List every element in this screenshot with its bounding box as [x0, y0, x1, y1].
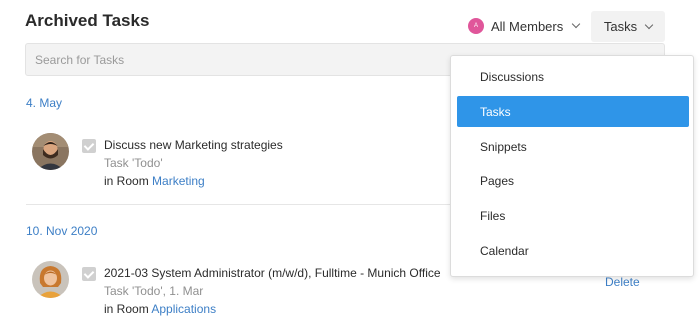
menu-item-snippets[interactable]: Snippets: [457, 131, 689, 162]
group-date: 4. May: [26, 96, 63, 110]
menu-item-calendar[interactable]: Calendar: [457, 235, 689, 266]
divider: [26, 204, 450, 205]
room-prefix: in Room: [104, 302, 152, 316]
room-link[interactable]: Applications: [151, 302, 216, 316]
avatar: [32, 133, 69, 170]
task-room: in Room Applications: [104, 300, 441, 318]
task-checkbox[interactable]: [82, 267, 96, 281]
type-filter-label: Tasks: [603, 19, 638, 34]
task-title[interactable]: 2021-03 System Administrator (m/w/d), Fu…: [104, 264, 441, 282]
member-avatar: A: [468, 18, 484, 34]
chevron-down-icon: [644, 20, 654, 29]
room-prefix: in Room: [104, 174, 153, 188]
task-details: 2021-03 System Administrator (m/w/d), Fu…: [104, 264, 441, 318]
menu-item-tasks[interactable]: Tasks: [457, 96, 689, 127]
delete-button[interactable]: Delete: [605, 275, 640, 289]
menu-item-discussions[interactable]: Discussions: [457, 61, 689, 92]
members-filter-label: All Members: [491, 18, 564, 34]
task-subtitle: Task 'Todo': [104, 156, 163, 170]
member-avatar-initial: A: [473, 23, 478, 29]
page-title: Archived Tasks: [25, 11, 150, 30]
task-details: Discuss new Marketing strategies Task 'T…: [104, 136, 283, 190]
avatar: [32, 261, 69, 298]
type-filter-button[interactable]: Tasks: [591, 11, 665, 42]
task-checkbox[interactable]: [82, 139, 96, 153]
group-date: 10. Nov 2020: [26, 224, 98, 238]
task-title[interactable]: Discuss new Marketing strategies: [104, 136, 283, 154]
members-filter[interactable]: A All Members: [468, 13, 581, 39]
menu-item-pages[interactable]: Pages: [457, 165, 689, 196]
chevron-down-icon: [572, 19, 581, 29]
task-subtitle: Task 'Todo', 1. Mar: [104, 284, 204, 298]
type-dropdown-menu: Discussions Tasks Snippets Pages Files C…: [450, 55, 694, 277]
task-room: in Room Marketing: [104, 172, 283, 190]
menu-item-files[interactable]: Files: [457, 200, 689, 231]
room-link[interactable]: Marketing: [152, 174, 205, 188]
